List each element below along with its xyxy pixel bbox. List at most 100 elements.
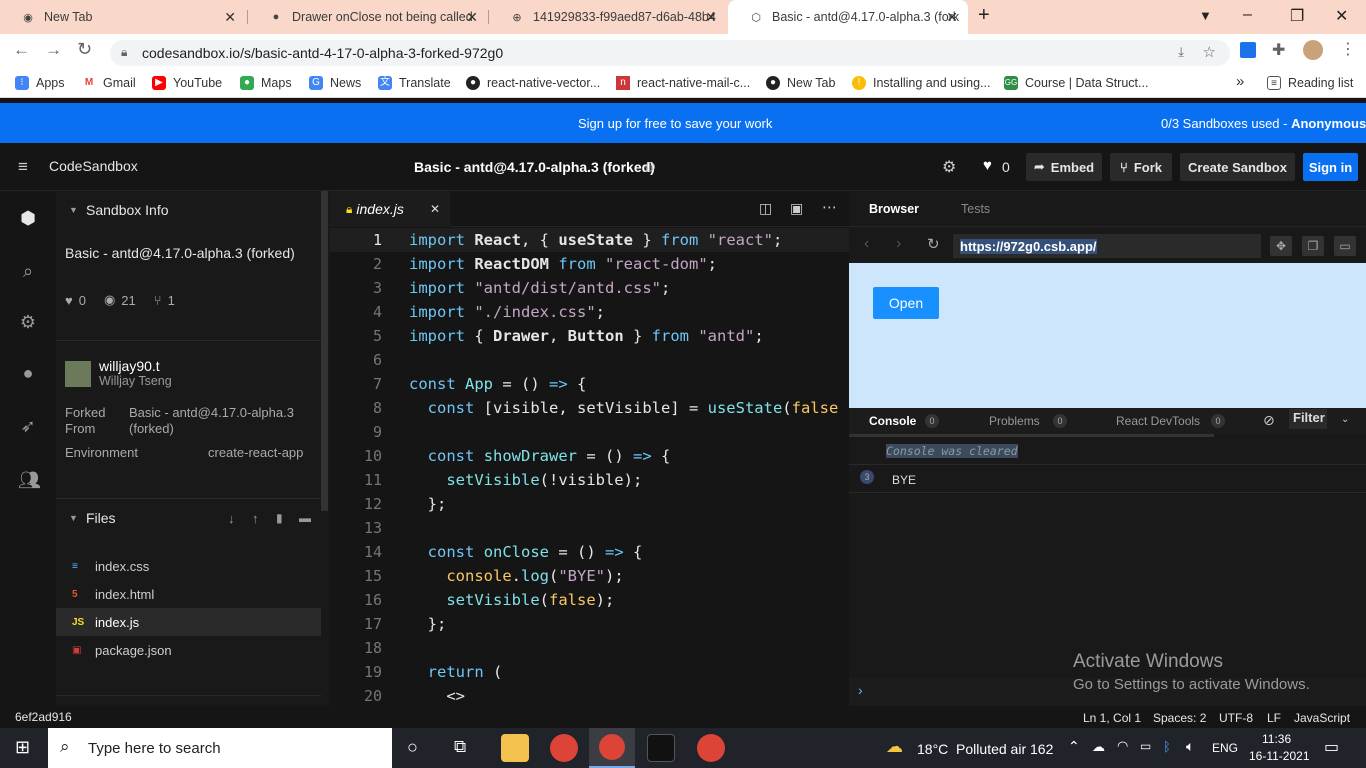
- forward-icon[interactable]: →: [45, 40, 62, 60]
- clock-time[interactable]: 11:36: [1262, 732, 1291, 746]
- code-line[interactable]: 18: [330, 636, 849, 660]
- move-icon[interactable]: ✥: [1270, 236, 1292, 256]
- code-line[interactable]: 2 import ReactDOM from "react-dom";: [330, 252, 849, 276]
- new-folder-icon[interactable]: ▬: [299, 511, 311, 525]
- reading-list[interactable]: ≡ Reading list: [1267, 76, 1353, 90]
- encoding[interactable]: UTF-8: [1219, 711, 1253, 725]
- weather-text[interactable]: 18°C Polluted air 162: [917, 741, 1053, 757]
- tab-problems[interactable]: Problems: [989, 414, 1040, 428]
- cube-icon[interactable]: ⬢: [18, 208, 38, 228]
- code-line[interactable]: 15 console.log("BYE");: [330, 564, 849, 588]
- tab-new-tab[interactable]: ◉ New Tab ✕: [0, 0, 246, 34]
- sandbox-info-header[interactable]: ▼ Sandbox Info: [56, 191, 322, 229]
- fork-button[interactable]: ⑂ Fork: [1110, 153, 1172, 181]
- code-line[interactable]: 5 import { Drawer, Button } from "antd";: [330, 324, 849, 348]
- cursor-position[interactable]: Ln 1, Col 1: [1083, 711, 1141, 725]
- battery-icon[interactable]: ▭: [1140, 739, 1151, 753]
- chevron-up-icon[interactable]: ⌃: [1068, 738, 1080, 755]
- hamburger-icon[interactable]: ≡: [18, 157, 28, 177]
- close-icon[interactable]: ✕: [466, 9, 478, 26]
- tab-search-icon[interactable]: ▼: [1199, 8, 1212, 23]
- sign-in-button[interactable]: Sign in: [1303, 153, 1358, 181]
- more-bookmarks-icon[interactable]: »: [1236, 73, 1244, 90]
- new-tab-icon[interactable]: +: [978, 4, 990, 27]
- code-line[interactable]: 19 return (: [330, 660, 849, 684]
- code-lines[interactable]: 1 import React, { useState } from "react"…: [330, 228, 849, 706]
- bluetooth-icon[interactable]: ᛒ: [1163, 739, 1171, 754]
- close-icon[interactable]: ✕: [430, 202, 440, 216]
- file-package-json[interactable]: ▣ package.json: [56, 636, 321, 664]
- code-line[interactable]: 16 setVisible(false);: [330, 588, 849, 612]
- notification-icon[interactable]: ▭: [1324, 737, 1339, 757]
- chrome-profile-icon[interactable]: [697, 734, 725, 762]
- star-icon[interactable]: ☆: [1203, 43, 1216, 61]
- code-line[interactable]: 11 setVisible(!visible);: [330, 468, 849, 492]
- bookmark-installing[interactable]: ! Installing and using...: [852, 76, 990, 90]
- tab-codesandbox[interactable]: ⬡ Basic - antd@4.17.0-alpha.3 (fork ✕: [728, 0, 968, 34]
- close-icon[interactable]: ✕: [224, 9, 236, 26]
- line-ending[interactable]: LF: [1267, 711, 1281, 725]
- code-line[interactable]: 13: [330, 516, 849, 540]
- rocket-icon[interactable]: ➶: [18, 416, 38, 436]
- code-line[interactable]: 17 };: [330, 612, 849, 636]
- back-icon[interactable]: ‹: [864, 235, 869, 253]
- bookmark-new-tab[interactable]: ● New Tab: [766, 76, 835, 90]
- code-line[interactable]: 3 import "antd/dist/antd.css";: [330, 276, 849, 300]
- tab-tests[interactable]: Tests: [961, 202, 990, 216]
- code-line[interactable]: 9: [330, 420, 849, 444]
- language-mode[interactable]: JavaScript: [1294, 711, 1350, 725]
- puzzle-icon[interactable]: ✚: [1272, 40, 1285, 60]
- menu-icon[interactable]: ⋮: [1340, 39, 1356, 59]
- cloud-icon[interactable]: ☁: [1092, 739, 1105, 755]
- code-line[interactable]: 12 };: [330, 492, 849, 516]
- code-line[interactable]: 14 const onClose = () => {: [330, 540, 849, 564]
- preview-url-input[interactable]: https://972g0.csb.app/: [953, 234, 1261, 258]
- file-explorer-icon[interactable]: [501, 734, 529, 762]
- more-icon[interactable]: ⋯: [822, 198, 837, 216]
- close-icon[interactable]: ✕: [705, 9, 717, 26]
- clear-console-icon[interactable]: ⊘: [1263, 412, 1275, 429]
- scrollbar[interactable]: [321, 191, 328, 511]
- file-index-js[interactable]: JS index.js: [56, 608, 321, 636]
- windows-start-icon[interactable]: ⊞: [15, 737, 30, 758]
- users-icon[interactable]: 👥︎: [18, 470, 41, 490]
- code-line[interactable]: 8 const [visible, setVisible] = useState…: [330, 396, 849, 420]
- gear-icon[interactable]: ⚙: [942, 157, 956, 177]
- new-file-icon[interactable]: ▮: [276, 511, 283, 525]
- bookmark-apps[interactable]: ⁝ Apps: [15, 76, 65, 90]
- install-icon[interactable]: ⤓: [1178, 44, 1184, 60]
- tab-console[interactable]: Console: [869, 414, 916, 428]
- code-line[interactable]: 10 const showDrawer = () => {: [330, 444, 849, 468]
- chrome-active-icon[interactable]: [589, 728, 635, 768]
- filter-input[interactable]: Filter: [1289, 409, 1327, 429]
- taskbar-search[interactable]: ⌕ Type here to search: [48, 728, 392, 768]
- split-view-icon[interactable]: ◫: [759, 200, 772, 217]
- tab-github-issue[interactable]: ● Drawer onClose not being called ✕: [248, 0, 488, 34]
- cortana-icon[interactable]: ○: [407, 737, 418, 758]
- code-line[interactable]: 6: [330, 348, 849, 372]
- copy-icon[interactable]: ❐: [1302, 236, 1324, 256]
- bookmark-react-native-mail[interactable]: n react-native-mail-c...: [616, 76, 750, 90]
- bookmark-course[interactable]: GG Course | Data Struct...: [1004, 76, 1148, 90]
- minimize-icon[interactable]: –: [1243, 6, 1252, 24]
- code-editor[interactable]: 🔒︎ index.js ✕ ◫ ▣ ⋯ 1 import React, { use…: [330, 191, 849, 706]
- upload-icon[interactable]: ↑: [252, 511, 259, 526]
- maximize-icon[interactable]: ❐: [1290, 6, 1304, 26]
- create-sandbox-button[interactable]: Create Sandbox: [1180, 153, 1295, 181]
- task-view-icon[interactable]: ⧉: [454, 737, 466, 757]
- reload-icon[interactable]: ↻: [927, 235, 940, 253]
- close-icon[interactable]: ✕: [946, 9, 958, 26]
- open-button[interactable]: Open: [873, 287, 939, 319]
- code-line[interactable]: 4 import "./index.css";: [330, 300, 849, 324]
- volume-icon[interactable]: 🔈︎: [1186, 738, 1194, 755]
- code-line[interactable]: 7 const App = () => {: [330, 372, 849, 396]
- tab-browser[interactable]: Browser: [869, 202, 919, 216]
- gear-icon[interactable]: ⚙: [18, 312, 38, 332]
- banner-text[interactable]: Sign up for free to save your work: [578, 116, 772, 131]
- url-bar[interactable]: 🔒︎ codesandbox.io/s/basic-antd-4-17-0-al…: [110, 40, 1230, 66]
- indent-spaces[interactable]: Spaces: 2: [1153, 711, 1206, 725]
- back-icon[interactable]: ←: [13, 40, 30, 60]
- clock-date[interactable]: 16-11-2021: [1249, 749, 1310, 763]
- embed-button[interactable]: ➦ Embed: [1026, 153, 1102, 181]
- files-header[interactable]: ▼ Files ↓ ↑ ▮ ▬: [56, 499, 322, 537]
